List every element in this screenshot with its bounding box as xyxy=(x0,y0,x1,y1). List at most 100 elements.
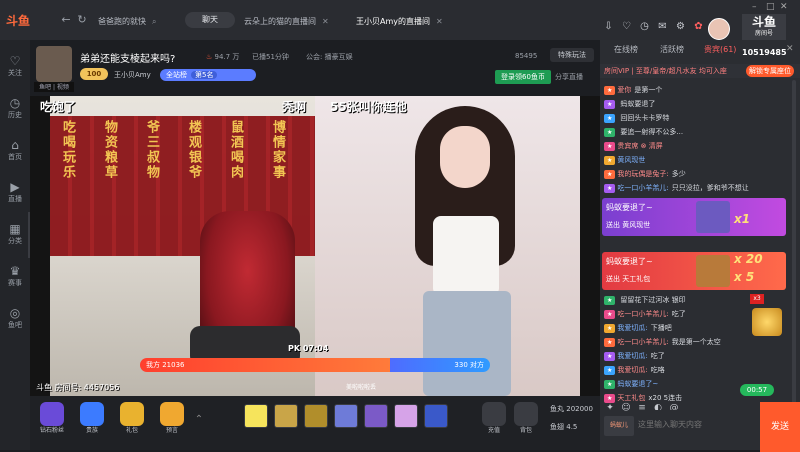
fan-badge-icon[interactable]: ✦ xyxy=(604,402,616,414)
chat-username[interactable]: 蚂蚁要退了~ xyxy=(617,380,658,388)
noble-button[interactable]: 贵族 xyxy=(74,402,110,438)
gift-item[interactable] xyxy=(424,404,448,428)
message-icon[interactable]: ✉ xyxy=(656,20,669,33)
treasure-chest-icon[interactable] xyxy=(752,308,782,336)
leftnav-item-1[interactable]: ◷ 历史 xyxy=(0,96,30,126)
timer-button[interactable]: 00:57 xyxy=(740,384,774,396)
chat-username[interactable]: 爱你 xyxy=(617,86,631,94)
chat-username[interactable]: 吃一口小羊羔儿: xyxy=(617,338,668,346)
send-button[interactable]: 发送 xyxy=(760,402,800,452)
chat-message[interactable]: ★ 爱你 是第一个 xyxy=(604,84,794,97)
heart-icon[interactable]: ♡ xyxy=(620,20,633,33)
emoji-icon[interactable]: ☺ xyxy=(620,402,632,414)
diamond-fans-button[interactable]: 钻石粉丝 xyxy=(34,402,70,438)
host-tag[interactable]: 鱼吧 | 视频 xyxy=(34,82,74,92)
chat-scrollbar[interactable] xyxy=(792,80,796,410)
leftnav-item-0[interactable]: ♡ 关注 xyxy=(0,54,30,84)
tab-online[interactable]: 在线榜 xyxy=(614,44,638,55)
leftnav-item-3[interactable]: ▶ 直播 xyxy=(0,180,30,210)
guess-button[interactable]: 预言 xyxy=(154,402,190,438)
chat-message[interactable]: ★ 贵宾席 ⊗ 清屏 xyxy=(604,140,794,153)
gift-icon[interactable]: ✿ xyxy=(692,20,705,33)
noble-icon xyxy=(80,402,104,426)
history-icon[interactable]: ◷ xyxy=(638,20,651,33)
refresh-icon[interactable]: ↻ xyxy=(76,14,88,26)
tab-active[interactable]: 活跃榜 xyxy=(660,44,684,55)
video-player[interactable]: 吃喝玩乐 物资粮草 爷三叔物 楼观银爷 鼠酒喝肉 博情家事 吃饱了 秃啊 55张叫你连他 … xyxy=(30,96,600,396)
chat-message[interactable]: ★ 我的玩偶是兔子: 多少 xyxy=(604,168,794,181)
chat-username[interactable]: 吃一口小羊羔儿: xyxy=(617,184,668,192)
gift-item[interactable] xyxy=(244,404,268,428)
chat-message[interactable]: ★ 蚂蚁要退了 xyxy=(604,98,794,111)
chat-button[interactable]: 聊天 xyxy=(185,12,235,28)
back-icon[interactable]: ← xyxy=(60,14,72,26)
jeans xyxy=(423,291,511,396)
gift-item[interactable] xyxy=(364,404,388,428)
chat-username[interactable]: 吃一口小羊羔儿: xyxy=(617,310,668,318)
chat-username[interactable]: 贵宾席 ⊗ 清屏 xyxy=(617,142,662,150)
fan-badge-icon: ★ xyxy=(604,337,616,347)
expand-icon[interactable]: ⌃ xyxy=(194,402,204,438)
minimize-icon[interactable]: – xyxy=(752,2,762,12)
chat-username[interactable]: 我的玩偶是兔子: xyxy=(617,170,668,178)
recharge-button[interactable]: 充值 xyxy=(476,402,512,438)
unlock-seat-button[interactable]: 解锁专属座位 xyxy=(746,65,794,77)
close-icon[interactable]: ✕ xyxy=(322,17,329,26)
user-chip[interactable]: 蚂蚁儿 xyxy=(604,416,634,436)
close-icon[interactable]: ✕ xyxy=(786,44,794,54)
tab-3[interactable]: 王小贝Amy的直播间 ✕ xyxy=(356,15,443,29)
chat-message[interactable]: ★ 我爱切瓜: 吃了 xyxy=(604,350,794,363)
tab-vip[interactable]: 贵宾(61) xyxy=(704,44,736,55)
gift-item[interactable] xyxy=(304,404,328,428)
leftnav-item-6[interactable]: ◎ 鱼吧 xyxy=(0,306,30,336)
chat-message[interactable]: ★ 要追一射得不公多... xyxy=(604,126,794,139)
chat-input[interactable] xyxy=(638,410,756,438)
chat-message[interactable]: ★ 吃一口小羊羔儿: 只只没拉，爹和爷不想让 xyxy=(604,182,794,195)
download-icon[interactable]: ⇩ xyxy=(602,20,615,33)
rank-pill[interactable]: 全站榜 第5名 xyxy=(160,69,256,81)
gift-pack-icon xyxy=(120,402,144,426)
tab-2[interactable]: 云朵上的猫的直播间 ✕ xyxy=(244,15,329,29)
backpack-label: 背包 xyxy=(519,427,532,434)
chat-messages[interactable]: ★ 爱你 是第一个 ★ 蚂蚁要退了 ★ 回回头卡卡罗特 ★ 要追一射得不公多... ★ 贵宾席 ⊗ … xyxy=(600,80,800,410)
chat-message[interactable]: ★ 我爱切瓜: 吃咯 xyxy=(604,364,794,377)
chat-message[interactable]: ★ 黄风现世 xyxy=(604,154,794,167)
tab-1[interactable]: 爸爸跑的就快 ⌕ xyxy=(98,15,156,29)
gift-item[interactable] xyxy=(394,404,418,428)
chat-message[interactable]: ★ 吃一口小羊羔儿: 我是第一个太空 xyxy=(604,336,794,349)
chat-message[interactable]: ★ 回回头卡卡罗特 xyxy=(604,112,794,125)
leftnav-item-2[interactable]: ⌂ 首页 xyxy=(0,138,30,168)
fan-badge-icon: ★ xyxy=(604,351,616,361)
chat-username[interactable]: 我爱切瓜: xyxy=(617,324,647,332)
share-live[interactable]: 分享直播 xyxy=(555,72,583,82)
maximize-icon[interactable]: □ xyxy=(766,2,776,12)
close-window-icon[interactable]: ✕ xyxy=(780,2,790,12)
gift-item[interactable] xyxy=(334,404,358,428)
douyu-logo[interactable]: 斗鱼 xyxy=(6,12,48,28)
chat-username[interactable]: 黄风现世 xyxy=(617,156,645,164)
gift-pack-button[interactable]: 礼包 xyxy=(114,402,150,438)
close-icon[interactable]: ✕ xyxy=(436,17,443,26)
gift-item[interactable] xyxy=(274,404,298,428)
host-name[interactable]: 王小贝Amy xyxy=(114,70,151,80)
gift-count: x1 xyxy=(734,212,751,226)
chat-username[interactable]: 我爱切瓜: xyxy=(617,352,647,360)
chat-message[interactable]: ★ 留留花下过河冰 银印 xyxy=(604,294,794,307)
leftnav-item-4[interactable]: ▦ 分类 xyxy=(0,222,30,252)
settings-icon[interactable]: ⚙ xyxy=(674,20,687,33)
login-reward-button[interactable]: 登录领60鱼币 xyxy=(495,70,551,84)
fan-badge-icon: ★ xyxy=(604,141,616,151)
brand-sub: 房间号 xyxy=(754,30,773,37)
chat-username[interactable]: 天工礼包 xyxy=(617,394,645,402)
hot-value-text: 94.7 万 xyxy=(214,53,240,61)
user-avatar[interactable] xyxy=(708,18,730,40)
leftnav-label: 赛事 xyxy=(8,279,22,287)
search-icon[interactable]: ⌕ xyxy=(152,17,156,26)
host-avatar[interactable] xyxy=(36,46,72,82)
leftnav-item-5[interactable]: ♛ 赛事 xyxy=(0,264,30,294)
chat-username[interactable]: 我爱切瓜: xyxy=(617,366,647,374)
backpack-button[interactable]: 背包 xyxy=(508,402,544,438)
right-stream xyxy=(315,96,580,396)
special-mode-button[interactable]: 特殊玩法 xyxy=(550,48,594,62)
history-icon: ◷ xyxy=(9,96,21,110)
